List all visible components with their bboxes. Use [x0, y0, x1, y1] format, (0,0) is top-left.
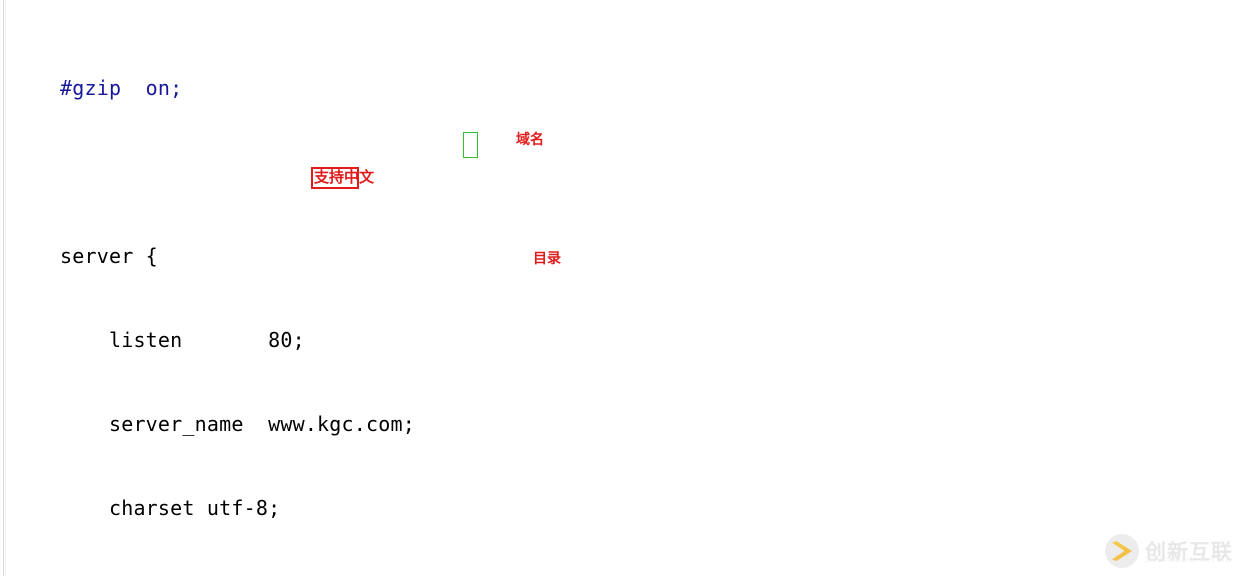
left-gutter-rule-shadow [5, 0, 6, 576]
annotation-chinese-support-label: 支持中文 [314, 168, 375, 186]
left-gutter-rule [3, 0, 4, 576]
code-line: charset utf-8; [60, 496, 281, 520]
code-line: #gzip on; [60, 76, 183, 100]
code-line: listen 80; [60, 328, 305, 352]
code-line: server_name www.kgc.com; [60, 412, 415, 436]
config-code-block: #gzip on; server { listen 80; server_nam… [60, 18, 1240, 576]
code-line: server { [60, 244, 158, 268]
code-screenshot: #gzip on; server { listen 80; server_nam… [0, 0, 1260, 576]
annotation-green-highlight-box [463, 132, 478, 158]
annotation-domain-label: 域名 [516, 132, 544, 148]
annotation-directory-label: 目录 [533, 251, 561, 267]
